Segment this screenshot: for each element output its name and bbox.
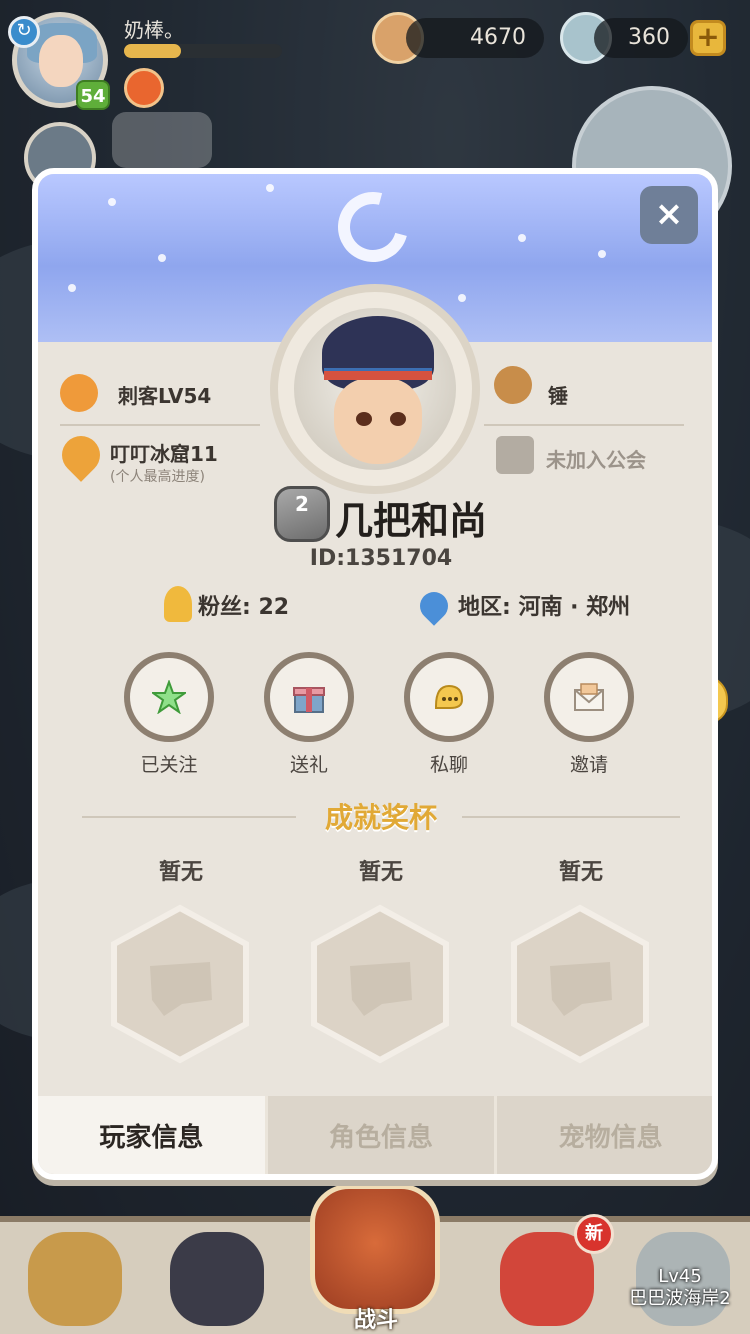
player-portrait xyxy=(294,308,456,470)
private-chat-button[interactable]: 私聊 xyxy=(404,652,494,777)
divider xyxy=(484,424,684,426)
follow-button[interactable]: 已关注 xyxy=(124,652,214,777)
new-badge: 新 xyxy=(574,1214,614,1254)
fans-count: 粉丝: 22 xyxy=(198,595,290,620)
trophy-slot[interactable]: 暂无 xyxy=(106,854,256,1064)
follow-label: 已关注 xyxy=(140,754,198,776)
trophy-status: 暂无 xyxy=(158,860,203,885)
profession-label: 刺客LV54 xyxy=(118,384,212,408)
trophy-slot[interactable]: 暂无 xyxy=(306,854,456,1064)
pearl-count: 4670 xyxy=(406,18,544,58)
exp-bar xyxy=(124,44,282,58)
hud-player-name: 奶棒。 xyxy=(124,18,184,42)
refresh-icon[interactable]: ↻ xyxy=(8,16,40,48)
guild-icon xyxy=(496,436,534,474)
nav-hero-2[interactable] xyxy=(170,1232,264,1326)
locked-stage-label: Lv45 巴巴波海岸2 xyxy=(629,1266,731,1309)
tab-pet-info[interactable]: 宠物信息 xyxy=(494,1096,712,1174)
tab-player-info[interactable]: 玩家信息 xyxy=(38,1096,265,1174)
progress-subtitle: (个人最高进度) xyxy=(110,469,205,485)
tab-character-info[interactable]: 角色信息 xyxy=(264,1096,495,1174)
trophy-slot[interactable]: 暂无 xyxy=(506,854,656,1064)
assassin-class-icon xyxy=(60,374,98,412)
signpost-icon[interactable] xyxy=(112,112,212,168)
player-name: 几把和尚 xyxy=(334,499,487,543)
pet-icon xyxy=(494,366,532,404)
close-button[interactable]: × xyxy=(640,186,698,244)
gift-button[interactable]: 送礼 xyxy=(264,652,354,777)
trophy-status: 暂无 xyxy=(358,860,403,885)
chat-bubble-icon xyxy=(435,684,464,709)
gift-icon xyxy=(293,687,325,713)
profile-tabs: 玩家信息 角色信息 宠物信息 xyxy=(38,1096,712,1174)
battle-button[interactable] xyxy=(310,1184,440,1314)
gift-label: 送礼 xyxy=(289,754,328,776)
divider xyxy=(60,424,260,426)
empty-trophy-icon xyxy=(311,904,449,1064)
region-pin-icon xyxy=(414,586,454,626)
player-profile-panel: × 刺客LV54 叮叮冰窟11 (个人最高进度) 锤 未加入公会 2 几把和尚 … xyxy=(32,168,718,1180)
invite-button[interactable]: 邀请 xyxy=(544,652,634,777)
player-portrait-frame xyxy=(270,284,480,494)
pet-name: 锤 xyxy=(548,384,568,408)
fans-person-icon xyxy=(164,586,192,622)
player-id: ID:1351704 xyxy=(309,546,453,571)
private-chat-label: 私聊 xyxy=(429,754,468,776)
envelope-icon xyxy=(574,683,604,711)
shell-count: 360 xyxy=(594,18,688,58)
event-badge-icon[interactable] xyxy=(124,68,164,108)
trophy-status: 暂无 xyxy=(558,860,603,885)
moon-emblem-icon xyxy=(325,179,421,275)
add-currency-button[interactable]: + xyxy=(690,20,726,56)
player-level-badge: 54 xyxy=(76,80,110,110)
region-label: 地区: 河南 · 郑州 xyxy=(458,595,631,620)
guild-status: 未加入公会 xyxy=(546,448,646,472)
nav-hero-1[interactable] xyxy=(28,1232,122,1326)
star-icon xyxy=(152,680,186,714)
invite-label: 邀请 xyxy=(569,754,608,776)
progress-title: 叮叮冰窟11 xyxy=(110,442,218,466)
empty-trophy-icon xyxy=(111,904,249,1064)
location-pin-icon xyxy=(54,428,108,482)
achievements-title: 成就奖杯 xyxy=(324,801,437,834)
empty-trophy-icon xyxy=(511,904,649,1064)
battle-label: 战斗 xyxy=(353,1308,398,1333)
